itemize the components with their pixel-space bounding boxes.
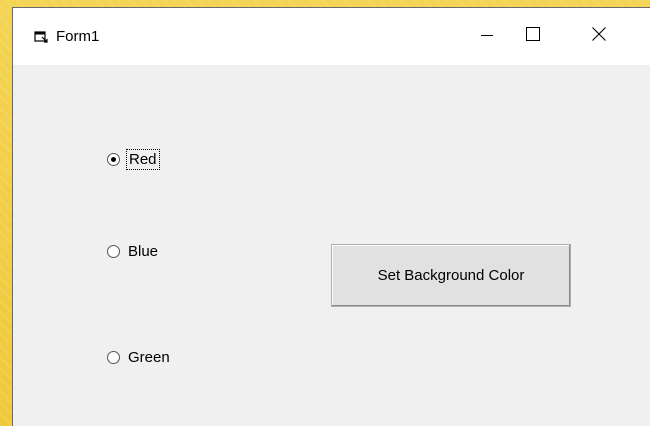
radio-green[interactable]: Green: [107, 349, 170, 366]
minimize-icon: [481, 28, 493, 46]
radio-blue[interactable]: Blue: [107, 243, 158, 260]
close-icon: [592, 27, 606, 46]
window-title: Form1: [56, 28, 100, 45]
minimize-button[interactable]: [464, 8, 510, 65]
radio-green-label[interactable]: Green: [128, 349, 170, 366]
set-background-color-button[interactable]: Set Background Color: [331, 244, 571, 307]
close-button[interactable]: [576, 8, 622, 65]
radio-red-circle[interactable]: [107, 153, 120, 166]
radio-blue-label[interactable]: Blue: [128, 243, 158, 260]
radio-red[interactable]: Red: [107, 149, 160, 170]
form-window-icon[interactable]: [33, 28, 49, 44]
title-bar[interactable]: Form1: [13, 8, 650, 65]
maximize-button[interactable]: [510, 8, 556, 65]
form-window: Form1 Red Blue Green Set Background Colo…: [12, 7, 650, 426]
radio-green-circle[interactable]: [107, 351, 120, 364]
maximize-icon: [526, 27, 540, 46]
radio-blue-circle[interactable]: [107, 245, 120, 258]
radio-red-label[interactable]: Red: [126, 149, 160, 170]
